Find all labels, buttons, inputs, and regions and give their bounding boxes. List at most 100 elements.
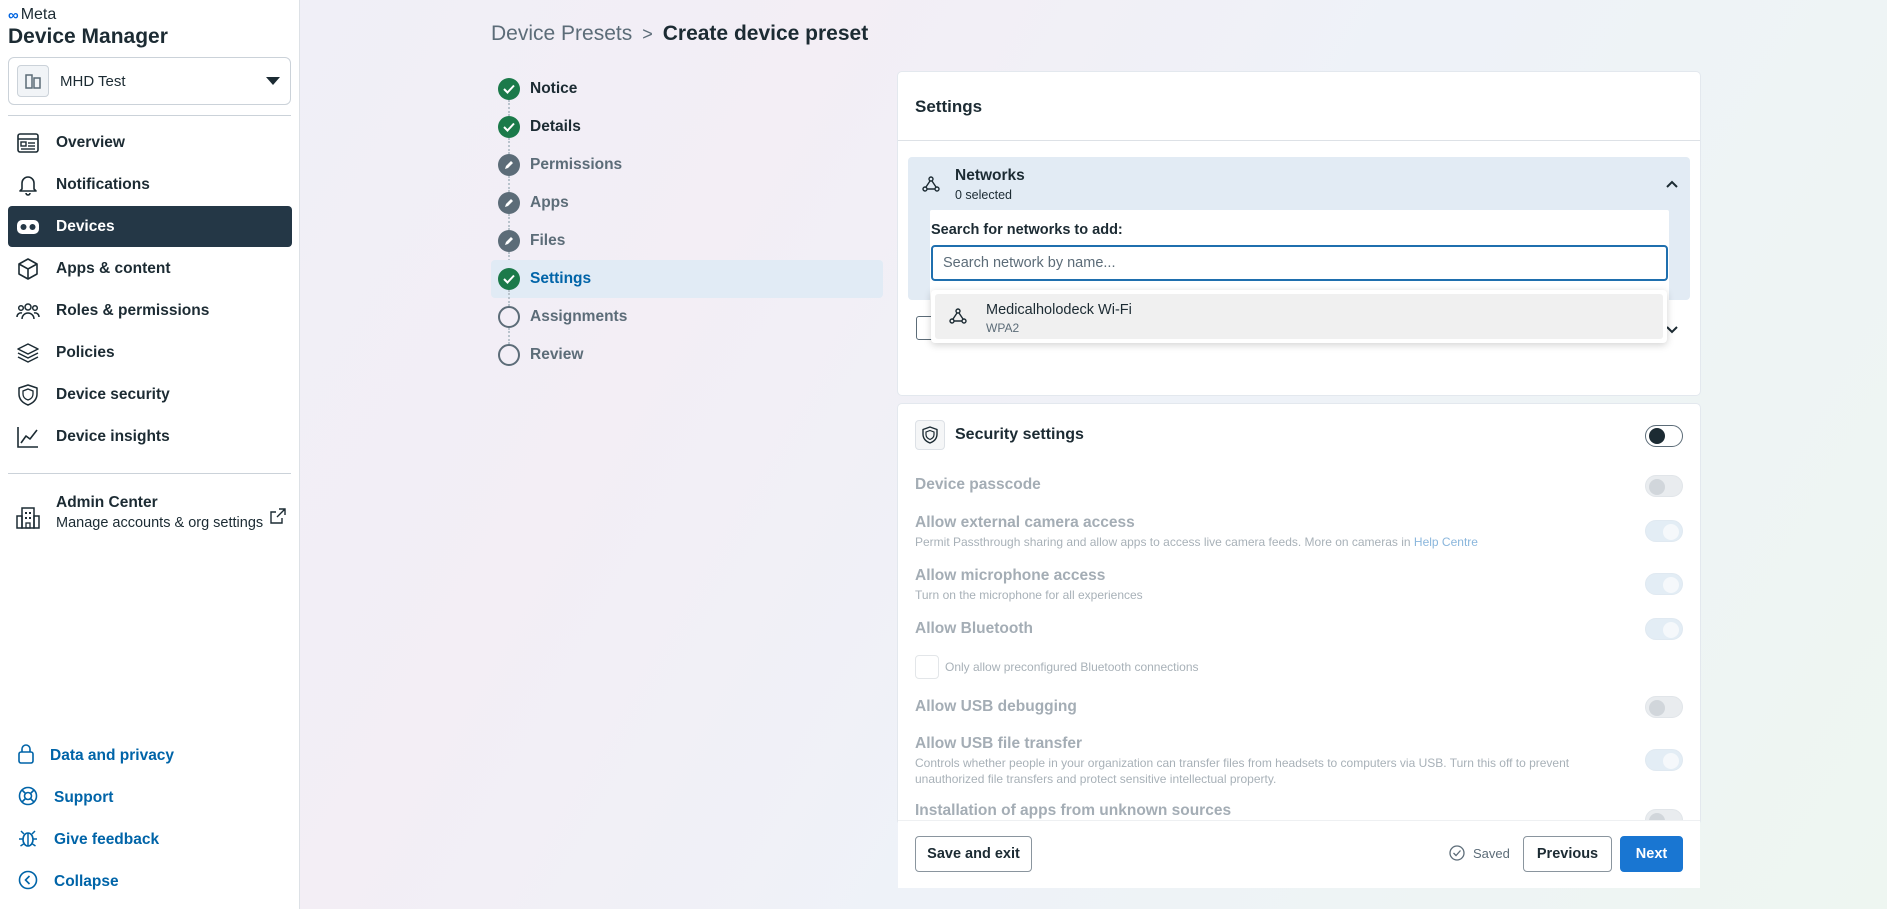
network-option[interactable]: Medicalholodeck Wi-Fi WPA2 (935, 294, 1663, 339)
preconfigured-bluetooth-checkbox[interactable] (915, 655, 939, 679)
nav-item-devices[interactable]: Devices (8, 206, 292, 247)
chart-line-icon (16, 425, 40, 449)
next-button[interactable]: Next (1620, 836, 1683, 872)
admin-center-link[interactable]: Admin Center Manage accounts & org setti… (8, 494, 292, 544)
pencil-circle-icon (498, 154, 520, 176)
previous-button[interactable]: Previous (1523, 836, 1612, 872)
network-search-dropdown: Medicalholodeck Wi-Fi WPA2 (931, 290, 1667, 343)
settings-card: Settings Networks 0 selected Search for … (898, 72, 1700, 395)
nav-item-device-security[interactable]: Device security (8, 374, 292, 415)
card-divider (898, 140, 1700, 141)
networks-selected-count: 0 selected (955, 188, 1012, 202)
people-icon (16, 299, 40, 323)
step-review[interactable]: Review (491, 336, 883, 374)
step-label: Details (530, 118, 581, 135)
microphone-toggle[interactable] (1645, 573, 1683, 595)
wizard-stepper: Notice Details Permissions Apps Files Se… (491, 70, 883, 374)
headset-icon (16, 215, 40, 239)
microphone-title: Allow microphone access (915, 567, 1106, 584)
chevron-down-icon (1666, 321, 1678, 339)
external-camera-toggle[interactable] (1645, 520, 1683, 542)
support-link[interactable]: Support (8, 780, 292, 816)
shield-icon (915, 420, 945, 450)
nav-item-apps-content[interactable]: Apps & content (8, 248, 292, 289)
overview-icon (16, 131, 40, 155)
nav-item-device-insights[interactable]: Device insights (8, 416, 292, 457)
security-settings-toggle[interactable] (1645, 425, 1683, 447)
sidebar: ∞ Meta Device Manager MHD Test Overview … (0, 0, 300, 909)
step-assignments[interactable]: Assignments (491, 298, 883, 344)
help-centre-link[interactable]: Help Centre (1414, 535, 1478, 549)
external-camera-description: Permit Passthrough sharing and allow app… (915, 534, 1478, 550)
network-option-name: Medicalholodeck Wi-Fi (986, 302, 1132, 318)
network-search-input[interactable] (931, 245, 1668, 281)
app-title: Device Manager (8, 25, 168, 48)
step-settings[interactable]: Settings (491, 260, 883, 306)
nav-label-notifications: Notifications (56, 175, 150, 193)
step-label: Assignments (530, 308, 628, 325)
sidebar-divider (8, 115, 291, 116)
data-privacy-link[interactable]: Data and privacy (8, 738, 292, 774)
network-icon (916, 169, 946, 199)
check-circle-outline-icon (1449, 845, 1465, 861)
toggle-knob (1663, 577, 1679, 593)
step-apps[interactable]: Apps (491, 184, 883, 230)
chevron-left-circle-icon (18, 870, 38, 895)
breadcrumb-parent-link[interactable]: Device Presets (491, 22, 632, 46)
nav-label-policies: Policies (56, 343, 115, 361)
usb-file-transfer-description: Controls whether people in your organiza… (915, 756, 1570, 786)
external-link-icon (270, 508, 286, 529)
page-title: Create device preset (662, 22, 869, 45)
nav-label-apps-content: Apps & content (56, 259, 171, 277)
device-passcode-toggle[interactable] (1645, 475, 1683, 497)
admin-center-text: Admin Center Manage accounts & org setti… (56, 494, 263, 531)
security-settings-title: Security settings (955, 426, 1084, 443)
toggle-knob (1649, 428, 1665, 444)
cube-icon (16, 257, 40, 281)
building-icon (17, 65, 49, 97)
give-feedback-link[interactable]: Give feedback (8, 822, 292, 858)
support-label: Support (54, 789, 114, 806)
bluetooth-toggle[interactable] (1645, 618, 1683, 640)
collapse-link[interactable]: Collapse (8, 864, 292, 900)
step-details[interactable]: Details (491, 108, 883, 154)
empty-circle-icon (498, 306, 520, 328)
networks-accordion-header[interactable]: Networks 0 selected (908, 157, 1690, 207)
meta-logo-icon: ∞ (8, 6, 19, 24)
nav-label-device-security: Device security (56, 385, 170, 403)
org-selector[interactable]: MHD Test (8, 57, 291, 105)
bell-icon (16, 173, 40, 197)
data-privacy-label: Data and privacy (50, 747, 175, 764)
toggle-knob (1663, 622, 1679, 638)
step-files[interactable]: Files (491, 222, 883, 268)
toggle-knob (1649, 479, 1665, 495)
save-and-exit-button[interactable]: Save and exit (915, 836, 1032, 872)
usb-debugging-toggle[interactable] (1645, 696, 1683, 718)
security-settings-card: Security settings Device passcode Allow … (898, 404, 1700, 824)
nav-label-roles-permissions: Roles & permissions (56, 301, 210, 319)
check-circle-icon (498, 78, 520, 100)
nav-item-policies[interactable]: Policies (8, 332, 292, 373)
nav-item-overview[interactable]: Overview (8, 122, 292, 163)
network-icon (949, 307, 967, 330)
layers-icon (16, 341, 40, 365)
meta-label: Meta (20, 6, 57, 23)
step-notice[interactable]: Notice (491, 70, 883, 116)
toggle-knob (1663, 753, 1679, 769)
admin-center-title: Admin Center (56, 494, 158, 511)
saved-status: Saved (1449, 845, 1510, 861)
step-permissions[interactable]: Permissions (491, 146, 883, 192)
admin-center-subtitle: Manage accounts & org settings (56, 515, 264, 531)
brand: ∞ Meta Device Manager (8, 6, 168, 49)
give-feedback-label: Give feedback (54, 831, 160, 848)
nav-item-roles-permissions[interactable]: Roles & permissions (8, 290, 292, 331)
lifebuoy-icon (18, 786, 38, 811)
step-label: Permissions (530, 156, 623, 173)
shield-icon (16, 383, 40, 407)
preconfigured-bluetooth-label: Only allow preconfigured Bluetooth conne… (945, 660, 1199, 674)
step-label: Notice (530, 80, 578, 97)
usb-file-transfer-toggle[interactable] (1645, 749, 1683, 771)
check-circle-icon (498, 268, 520, 290)
nav-item-notifications[interactable]: Notifications (8, 164, 292, 205)
usb-debugging-title: Allow USB debugging (915, 698, 1077, 715)
